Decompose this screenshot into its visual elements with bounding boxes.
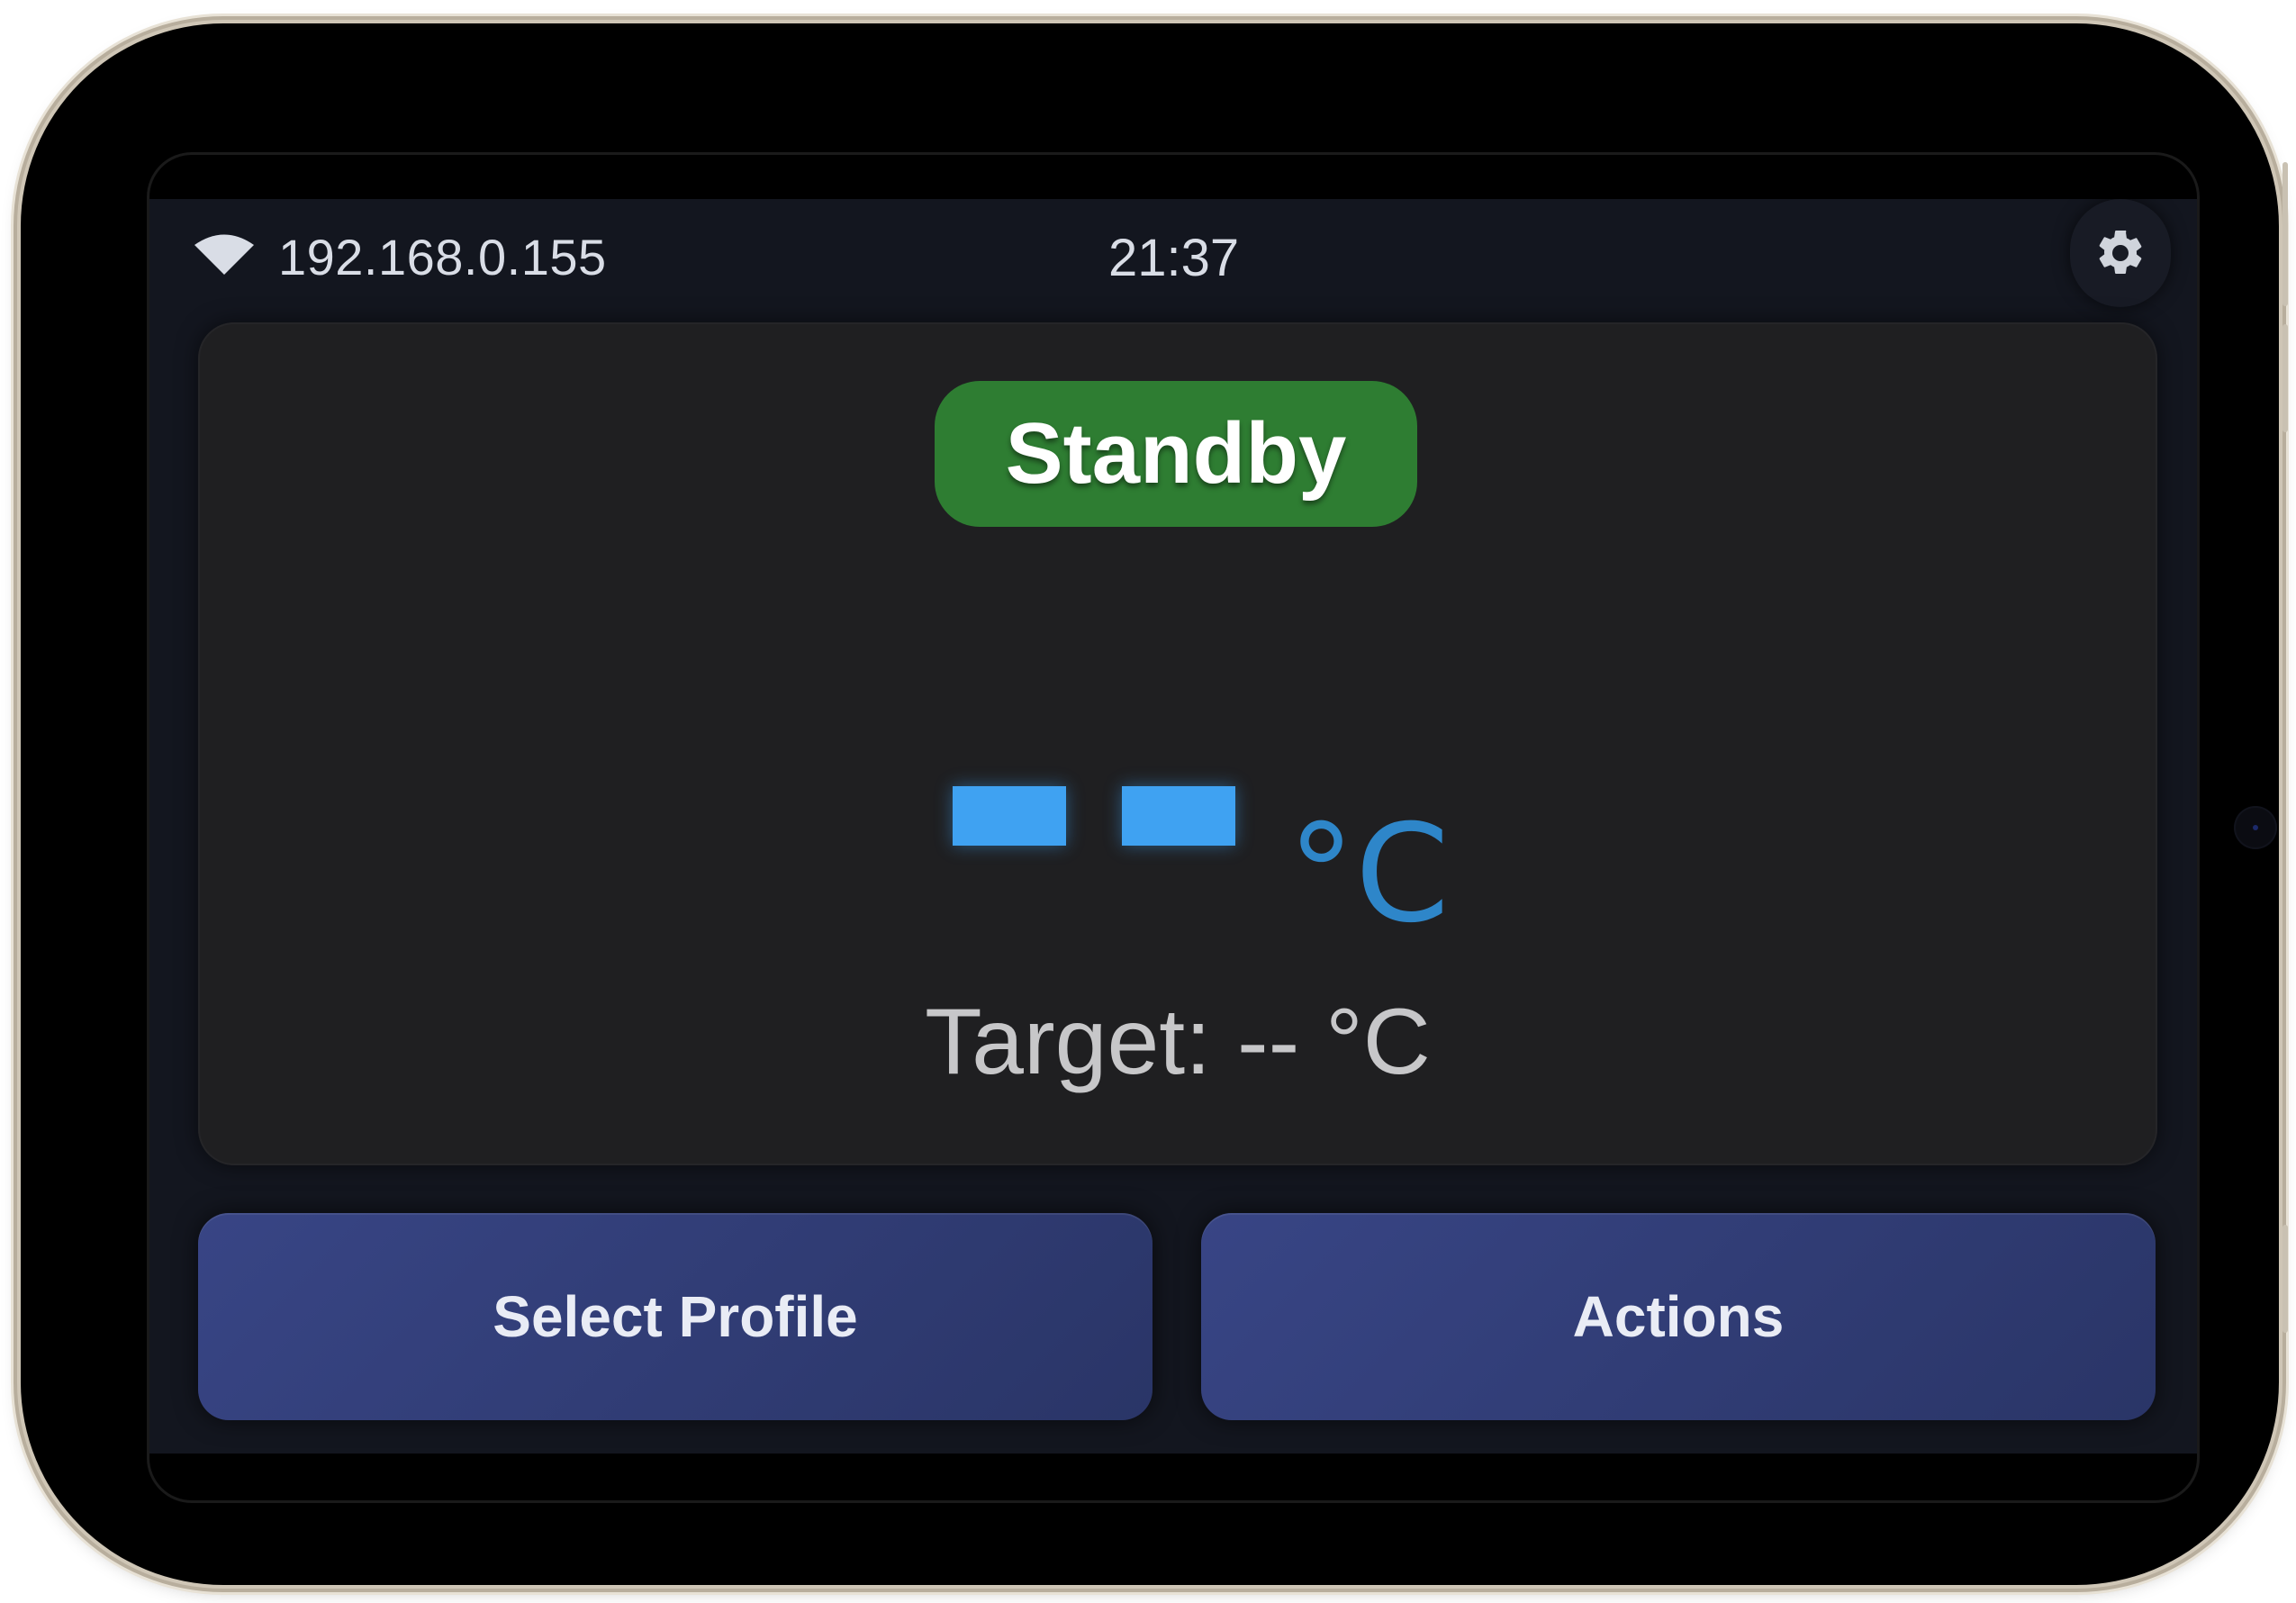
- ip-address: 192.168.0.155: [278, 229, 607, 285]
- volume-button: [2282, 162, 2288, 306]
- temperature-digit-placeholder: [953, 786, 1066, 846]
- target-temperature: Target: -- °C: [925, 990, 1431, 1094]
- current-temperature: °C: [198, 665, 2157, 942]
- screen-bezel: 192.168.0.155 21:37 Standby °C Target: -…: [147, 152, 2200, 1503]
- gear-icon: [2099, 230, 2142, 274]
- volume-button: [2282, 324, 2288, 432]
- select-profile-button[interactable]: Select Profile: [198, 1213, 1153, 1420]
- wifi-icon: [194, 234, 254, 275]
- clock-time: 21:37: [1108, 229, 1240, 287]
- temperature-unit: °C: [1288, 796, 1450, 953]
- front-camera: [2234, 806, 2277, 849]
- tablet-device: 192.168.0.155 21:37 Standby °C Target: -…: [21, 23, 2279, 1585]
- app-screen: 192.168.0.155 21:37 Standby °C Target: -…: [149, 199, 2197, 1454]
- actions-button[interactable]: Actions: [1201, 1213, 2156, 1420]
- temperature-card: Standby °C Target: -- °C: [198, 322, 2157, 1165]
- power-button: [2282, 1225, 2288, 1333]
- temperature-digit-placeholder: [1122, 786, 1235, 846]
- status-badge: Standby: [935, 381, 1417, 527]
- settings-button[interactable]: [2070, 199, 2171, 307]
- status-bar: 192.168.0.155 21:37: [149, 199, 2197, 316]
